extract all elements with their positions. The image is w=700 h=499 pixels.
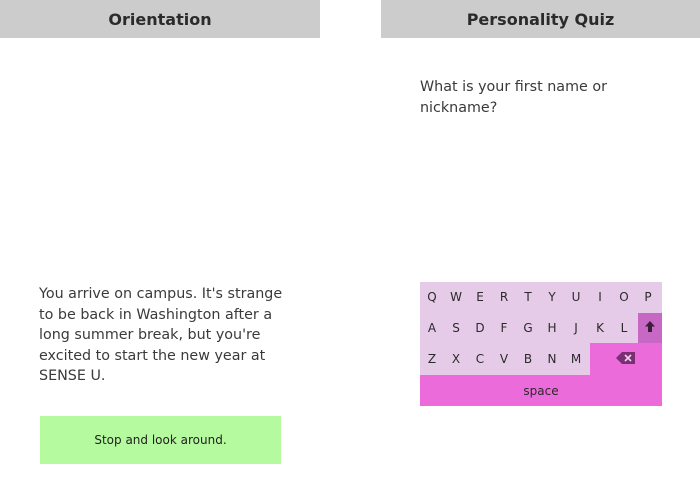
key-v[interactable]: V <box>492 344 516 373</box>
key-n[interactable]: N <box>540 344 564 373</box>
story-text: You arrive on campus. It's strange to be… <box>39 286 283 384</box>
key-c[interactable]: C <box>468 344 492 373</box>
key-d[interactable]: D <box>468 313 492 342</box>
key-j[interactable]: J <box>564 313 588 342</box>
key-l[interactable]: L <box>612 313 636 342</box>
key-y[interactable]: Y <box>540 282 564 311</box>
orientation-screen: Orientation You arrive on campus. It's s… <box>0 0 320 499</box>
on-screen-keyboard: Q W E R T Y U I O P A S D F G H J K L Z … <box>420 282 662 406</box>
orientation-title: Orientation <box>0 0 320 38</box>
shift-arrow-icon <box>644 320 656 336</box>
backspace-icon <box>616 352 636 367</box>
key-x[interactable]: X <box>444 344 468 373</box>
key-r[interactable]: R <box>492 282 516 311</box>
key-f[interactable]: F <box>492 313 516 342</box>
question-text: What is your first name or nickname? <box>420 79 607 116</box>
key-p[interactable]: P <box>636 282 660 311</box>
personality-quiz-screen: Personality Quiz What is your first name… <box>381 0 700 499</box>
shift-key[interactable] <box>638 313 662 343</box>
key-h[interactable]: H <box>540 313 564 342</box>
key-s[interactable]: S <box>444 313 468 342</box>
quiz-title: Personality Quiz <box>381 0 700 38</box>
stop-and-look-around-button[interactable]: Stop and look around. <box>40 416 281 464</box>
key-i[interactable]: I <box>588 282 612 311</box>
key-q[interactable]: Q <box>420 282 444 311</box>
key-e[interactable]: E <box>468 282 492 311</box>
key-t[interactable]: T <box>516 282 540 311</box>
key-z[interactable]: Z <box>420 344 444 373</box>
key-u[interactable]: U <box>564 282 588 311</box>
key-b[interactable]: B <box>516 344 540 373</box>
space-key[interactable]: space <box>420 375 662 406</box>
key-o[interactable]: O <box>612 282 636 311</box>
key-m[interactable]: M <box>564 344 588 373</box>
key-a[interactable]: A <box>420 313 444 342</box>
key-k[interactable]: K <box>588 313 612 342</box>
key-g[interactable]: G <box>516 313 540 342</box>
key-w[interactable]: W <box>444 282 468 311</box>
